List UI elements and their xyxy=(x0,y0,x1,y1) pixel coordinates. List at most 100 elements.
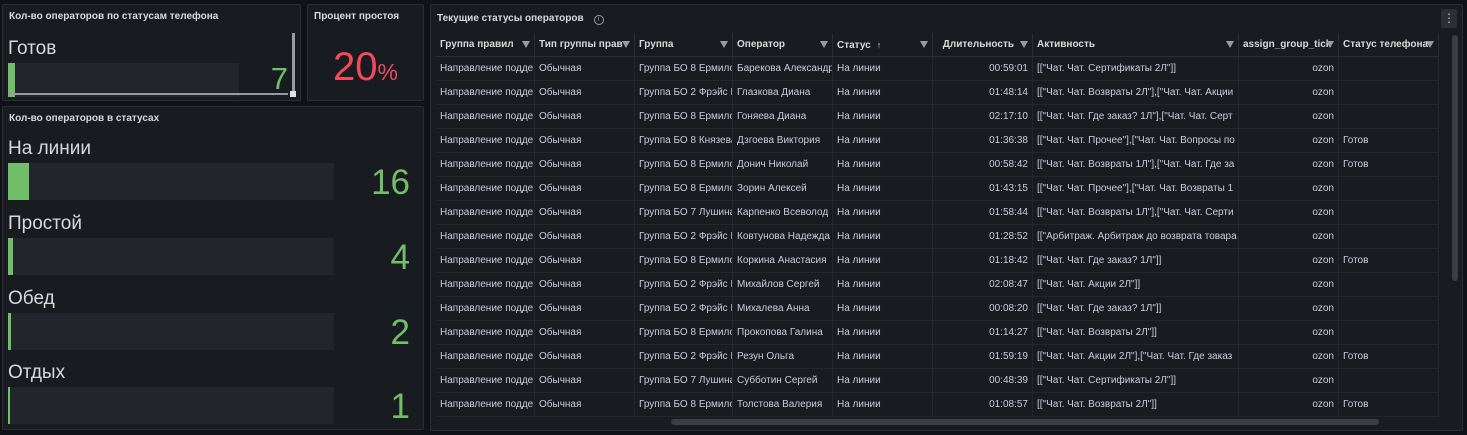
bar-gauge-value: 7 xyxy=(270,61,288,96)
cell-assign-group: ozon xyxy=(1239,57,1339,81)
filter-icon[interactable] xyxy=(622,41,630,48)
filter-icon[interactable] xyxy=(1326,41,1334,48)
column-header-phone-status[interactable]: Статус телефона xyxy=(1339,33,1439,57)
cell-group-type: Обычная xyxy=(535,177,635,201)
bar-gauge-label: Отдых xyxy=(8,362,66,383)
column-header-duration[interactable]: Длительность xyxy=(933,33,1033,57)
cell-phone-status: Готов xyxy=(1339,345,1439,369)
horizontal-scrollbar[interactable] xyxy=(8,93,288,95)
table-row[interactable]: Направление подде Обычная Группа БО 2 Фрэй… xyxy=(436,81,1439,105)
table-row[interactable]: Направление подде Обычная Группа БО 8 Княз… xyxy=(436,129,1439,153)
table-row[interactable]: Направление подде Обычная Группа БО 2 Фрэй… xyxy=(436,225,1439,249)
cell-operator: Гоняева Диана xyxy=(733,105,833,129)
bar-gauge-track xyxy=(8,163,334,200)
cell-assign-group: ozon xyxy=(1239,393,1339,417)
table-row[interactable]: Направление подде Обычная Группа БО 8 Ерми… xyxy=(436,153,1439,177)
horizontal-scrollbar[interactable] xyxy=(671,419,1379,425)
cell-group: Группа БО 7 Лушина xyxy=(635,369,733,393)
table-row[interactable]: Направление подде Обычная Группа БО 2 Фрэй… xyxy=(436,273,1439,297)
cell-group: Группа БО 2 Фрэйс К xyxy=(635,81,733,105)
column-header-group[interactable]: Группа xyxy=(635,33,733,57)
cell-status: На линии xyxy=(833,369,933,393)
bar-gauge-label: Готов xyxy=(8,38,57,59)
table-row[interactable]: Направление подде Обычная Группа БО 8 Ерми… xyxy=(436,105,1439,129)
column-header-assign-group[interactable]: assign_group_tick xyxy=(1239,33,1339,57)
stat-number: 20 xyxy=(333,45,378,89)
table-row[interactable]: Направление подде Обычная Группа БО 8 Ерми… xyxy=(436,249,1439,273)
cell-operator: Дзгоева Виктория xyxy=(733,129,833,153)
vertical-scrollbar[interactable] xyxy=(1452,35,1458,281)
table-row[interactable]: Направление подде Обычная Группа БО 2 Фрэй… xyxy=(436,297,1439,321)
cell-group: Группа БО 8 Ермило xyxy=(635,177,733,201)
filter-icon[interactable] xyxy=(522,41,530,48)
cell-operator: Михалева Анна xyxy=(733,297,833,321)
cell-group-type: Обычная xyxy=(535,153,635,177)
column-header-label: Тип группы прав xyxy=(539,39,623,50)
cell-duration: 01:28:52 xyxy=(933,225,1033,249)
cell-phone-status xyxy=(1339,273,1439,297)
table-row[interactable]: Направление подде Обычная Группа БО 8 Ерми… xyxy=(436,57,1439,81)
cell-operator: Карпенко Всеволод xyxy=(733,201,833,225)
column-header-status[interactable]: Статус ↑ xyxy=(833,33,933,57)
cell-activity: [["Чат. Чат. Где заказ? 1Л"],["Чат. Чат.… xyxy=(1033,105,1239,129)
vertical-scrollbar[interactable] xyxy=(292,33,295,95)
cell-status: На линии xyxy=(833,225,933,249)
cell-activity: [["Чат. Чат. Возвраты 1Л"],["Чат. Чат. С… xyxy=(1033,201,1239,225)
cell-group-type: Обычная xyxy=(535,273,635,297)
filter-icon[interactable] xyxy=(1426,41,1434,48)
column-header-activity[interactable]: Активность xyxy=(1033,33,1239,57)
cell-rule-group: Направление подде xyxy=(436,369,535,393)
cell-assign-group: ozon xyxy=(1239,81,1339,105)
cell-group: Группа БО 8 Ермило xyxy=(635,249,733,273)
column-header-label: Длительность xyxy=(942,39,1014,50)
table-row[interactable]: Направление подде Обычная Группа БО 7 Луши… xyxy=(436,201,1439,225)
column-header-operator[interactable]: Оператор xyxy=(733,33,833,57)
resize-handle[interactable] xyxy=(290,91,296,97)
filter-icon[interactable] xyxy=(720,41,728,48)
cell-assign-group: ozon xyxy=(1239,297,1339,321)
filter-icon[interactable] xyxy=(1020,41,1028,48)
cell-operator: Субботин Сергей xyxy=(733,369,833,393)
cell-duration: 01:36:38 xyxy=(933,129,1033,153)
bar-gauge-fill xyxy=(8,63,15,97)
table-row[interactable]: Направление подде Обычная Группа БО 8 Ерми… xyxy=(436,177,1439,201)
table-row[interactable]: Направление подде Обычная Группа БО 2 Фрэй… xyxy=(436,345,1439,369)
cell-rule-group: Направление подде xyxy=(436,153,535,177)
cell-status: На линии xyxy=(833,57,933,81)
cell-group: Группа БО 8 Ермило xyxy=(635,393,733,417)
cell-assign-group: ozon xyxy=(1239,225,1339,249)
bar-gauge-value: 4 xyxy=(390,238,410,277)
cell-activity: [["Чат. Чат. Акции 2Л"],["Чат. Чат. Где … xyxy=(1033,345,1239,369)
cell-duration: 01:08:57 xyxy=(933,393,1033,417)
column-header-rule-group[interactable]: Группа правил xyxy=(436,33,535,57)
table-row[interactable]: Направление подде Обычная Группа БО 7 Луши… xyxy=(436,369,1439,393)
cell-assign-group: ozon xyxy=(1239,321,1339,345)
cell-activity: [["Чат. Чат. Возвраты 1Л"],["Чат. Чат. Г… xyxy=(1033,153,1239,177)
column-header-group-type[interactable]: Тип группы прав xyxy=(535,33,635,57)
cell-operator: Резун Ольга xyxy=(733,345,833,369)
filter-icon[interactable] xyxy=(1226,41,1234,48)
table-body: Направление подде Обычная Группа БО 8 Ерми… xyxy=(436,57,1439,417)
sort-asc-icon[interactable]: ↑ xyxy=(877,40,882,50)
cell-operator: Зорин Алексей xyxy=(733,177,833,201)
cell-assign-group: ozon xyxy=(1239,273,1339,297)
filter-icon[interactable] xyxy=(920,41,928,48)
cell-status: На линии xyxy=(833,129,933,153)
cell-group-type: Обычная xyxy=(535,225,635,249)
cell-group-type: Обычная xyxy=(535,201,635,225)
cell-group: Группа БО 8 Князева xyxy=(635,129,733,153)
bar-gauge-fill xyxy=(8,313,11,350)
cell-rule-group: Направление подде xyxy=(436,81,535,105)
cell-operator: Донич Николай xyxy=(733,153,833,177)
cell-activity: [["Чат. Чат. Где заказ? 1Л"]] xyxy=(1033,297,1239,321)
table-row[interactable]: Направление подде Обычная Группа БО 8 Ерми… xyxy=(436,393,1439,417)
filter-icon[interactable] xyxy=(820,41,828,48)
bar-gauge-label: На линии xyxy=(8,138,91,159)
cell-rule-group: Направление подде xyxy=(436,57,535,81)
cell-status: На линии xyxy=(833,249,933,273)
info-icon[interactable]: i xyxy=(593,15,604,25)
table-row[interactable]: Направление подде Обычная Группа БО 8 Ерми… xyxy=(436,321,1439,345)
cell-duration: 01:59:19 xyxy=(933,345,1033,369)
bar-gauge-fill xyxy=(8,238,14,275)
panel-menu-button[interactable]: ⋮ xyxy=(1441,9,1457,28)
